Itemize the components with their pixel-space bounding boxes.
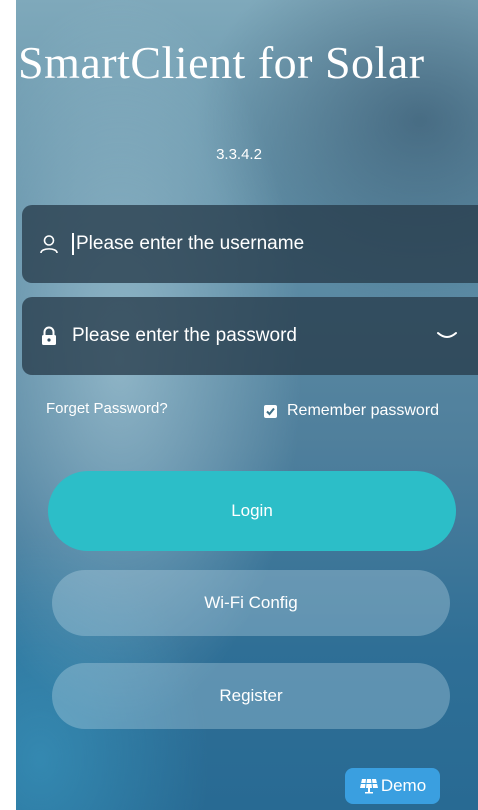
eye-closed-icon[interactable]	[434, 329, 460, 343]
forget-password-link[interactable]: Forget Password?	[46, 400, 168, 417]
user-icon	[38, 233, 60, 255]
app-version: 3.3.4.2	[216, 146, 262, 163]
password-input[interactable]	[72, 325, 434, 347]
solar-panel-icon	[359, 778, 379, 794]
register-button[interactable]: Register	[52, 663, 450, 729]
remember-password-toggle[interactable]: Remember password	[264, 402, 439, 420]
password-field[interactable]	[22, 297, 478, 375]
text-cursor	[72, 233, 74, 255]
demo-label: Demo	[380, 776, 427, 795]
app-title: SmartClient for Solar	[18, 37, 425, 88]
username-input[interactable]	[76, 233, 478, 255]
login-button[interactable]: Login	[48, 471, 456, 551]
demo-button[interactable]: Demo	[345, 768, 440, 804]
remember-password-label: Remember password	[287, 402, 440, 419]
username-field[interactable]	[22, 205, 478, 283]
left-border	[0, 0, 16, 810]
remember-password-checkbox[interactable]	[264, 404, 277, 418]
wifi-config-button[interactable]: Wi-Fi Config	[52, 570, 450, 636]
lock-icon	[38, 325, 60, 347]
